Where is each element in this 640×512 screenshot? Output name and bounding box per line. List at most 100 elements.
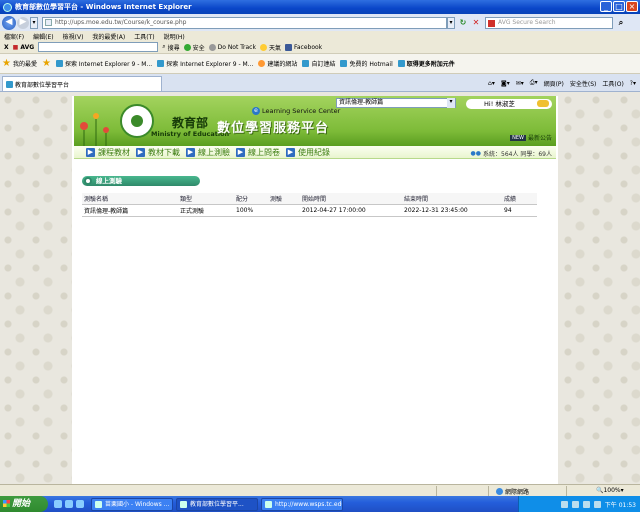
minimize-button[interactable]: _ (600, 1, 612, 12)
avg-toolbar: X ■ AVG ⌕ 搜尋 安全 Do Not Track 天氣 Facebook (0, 41, 640, 54)
eye-icon (208, 43, 216, 51)
news-link[interactable]: NEW 最新公告 (510, 133, 552, 142)
page-icon (302, 60, 310, 67)
menu-view[interactable]: 檢視(V) (63, 32, 84, 41)
cell-type: 正式測驗 (178, 204, 234, 217)
menu-file[interactable]: 檔案(F) (4, 32, 24, 41)
fav-link-1[interactable]: 探索 Internet Explorer 9 - M... (55, 59, 152, 68)
page-icon (6, 80, 13, 88)
maximize-button[interactable]: □ (613, 1, 625, 12)
suggested-icon (258, 60, 266, 67)
fav-link-2[interactable]: 探索 Internet Explorer 9 - M... (157, 59, 253, 68)
tab-current[interactable]: 教育部數位學習平台 (2, 76, 162, 91)
e-logo-icon: e (252, 107, 260, 115)
add-favorite-icon[interactable]: ★ (42, 58, 51, 69)
cell-exam-name[interactable]: 資訊倫理-教師篇 (82, 204, 178, 217)
arrow-icon: ▶ (236, 147, 245, 157)
avg-logo[interactable]: ■ AVG (13, 44, 35, 51)
print-icon[interactable]: ⎙▾ (530, 79, 538, 87)
taskbar-item-1[interactable]: 苗栗國小 - Windows ... (91, 497, 173, 511)
tab-label: 教育部數位學習平台 (15, 81, 70, 89)
site-banner: 教育部 Ministry of Education e Learning Ser… (74, 96, 556, 146)
status-divider (566, 486, 567, 496)
search-input[interactable]: AVG Secure Search (485, 16, 613, 29)
do-not-track-button[interactable]: Do Not Track (208, 43, 256, 51)
fav-link-3[interactable]: 建議的網站 (258, 59, 297, 68)
back-button[interactable]: ◀ (2, 15, 16, 30)
globe-icon (496, 488, 503, 495)
menu-help[interactable]: 說明(H) (164, 32, 185, 41)
safe-button[interactable]: 安全 (183, 43, 205, 52)
shield-icon (183, 43, 191, 51)
volume-icon[interactable] (582, 500, 590, 508)
section-bullet-icon (84, 177, 92, 185)
fav-link-4[interactable]: 自訂連結 (302, 59, 335, 68)
page-menu[interactable]: 網頁(P) (544, 79, 564, 88)
cell-end-time: 2022-12-31 23:45:00 (402, 204, 502, 217)
taskbar-item-2[interactable]: 教育部數位學習平... (176, 497, 258, 511)
start-button[interactable]: 開始 (0, 496, 48, 512)
network-icon[interactable] (593, 500, 601, 508)
col-test: 測驗 (268, 193, 300, 205)
page-icon (45, 19, 52, 26)
tray-icon[interactable] (560, 500, 568, 508)
window-title-bar: 教育部數位學習平台 - Windows Internet Explorer _ … (0, 0, 640, 14)
tools-menu[interactable]: 工具(O) (602, 79, 623, 88)
feeds-icon[interactable]: ◙▾ (501, 80, 510, 87)
col-weight: 配分 (234, 193, 268, 205)
stop-icon[interactable]: ✕ (471, 18, 481, 28)
avg-search-input[interactable] (38, 42, 159, 52)
menu-tools[interactable]: 工具(T) (134, 32, 154, 41)
taskbar-item-3[interactable]: http://www.wsps.tc.edu... (261, 497, 343, 511)
tray-icon[interactable] (571, 500, 579, 508)
online-counter: ●● 系統：564人 同學：69人 (470, 150, 552, 158)
help-icon[interactable]: ?▾ (630, 80, 636, 87)
close-button[interactable]: × (626, 1, 638, 12)
nav-online-test[interactable]: ▶ 線上測驗 (186, 147, 230, 158)
quick-launch (48, 500, 88, 508)
status-divider (436, 486, 437, 496)
facebook-button[interactable]: Facebook (284, 43, 322, 51)
history-dropdown[interactable]: ▾ (30, 16, 38, 29)
site-nav: ▶ 課程教材 ▶ 教材下載 ▶ 線上測驗 ▶ 線上問卷 ▶ 使用紀錄 ●● 系統：564人… (74, 146, 556, 159)
table-row[interactable]: 資訊倫理-教師篇 正式測驗 100% 2012-04-27 17:00:00 2… (82, 204, 537, 217)
search-go-icon[interactable]: ⌕ (616, 18, 626, 28)
ie-logo-icon (3, 2, 12, 12)
desktop-icon[interactable] (54, 500, 62, 508)
media-icon[interactable] (76, 500, 84, 508)
nav-downloads[interactable]: ▶ 教材下載 (136, 147, 180, 158)
menu-edit[interactable]: 編輯(E) (33, 32, 53, 41)
search-placeholder: AVG Secure Search (498, 18, 556, 26)
logout-pill-icon[interactable] (537, 100, 549, 107)
address-dropdown[interactable]: ▾ (447, 16, 455, 29)
clock: 下午 01:53 (604, 501, 636, 509)
window-title: 教育部數位學習平台 - Windows Internet Explorer (15, 3, 192, 11)
cell-test[interactable] (268, 204, 300, 217)
status-bar: 網際網路 🔍100%▾ (0, 484, 640, 496)
arrow-icon: ▶ (136, 147, 145, 157)
page-icon (157, 60, 165, 67)
avg-search-button[interactable]: ⌕ 搜尋 (162, 43, 179, 52)
close-toolbar-icon[interactable]: X (4, 44, 9, 51)
address-bar[interactable]: http://ups.moe.edu.tw/Course/k_course.ph… (42, 16, 447, 29)
favorites-button[interactable]: ★ 我的最愛 (2, 58, 37, 69)
safety-menu[interactable]: 安全性(S) (570, 79, 597, 88)
fav-link-6[interactable]: 取得更多附加元件 (397, 59, 455, 68)
mail-icon[interactable]: ✉▾ (516, 80, 524, 87)
home-icon[interactable]: ⌂▾ (488, 80, 495, 87)
cell-weight: 100% (234, 204, 268, 217)
nav-usage-log[interactable]: ▶ 使用紀錄 (286, 147, 330, 158)
cell-start-time: 2012-04-27 17:00:00 (300, 204, 402, 217)
ie-quicklaunch-icon[interactable] (65, 500, 73, 508)
nav-survey[interactable]: ▶ 線上問卷 (236, 147, 280, 158)
col-exam-name: 測驗名稱 (82, 193, 178, 205)
course-select[interactable]: 資訊倫理-教師篇 (336, 98, 456, 108)
refresh-icon[interactable]: ↻ (458, 18, 468, 28)
nav-course-materials[interactable]: ▶ 課程教材 (86, 147, 130, 158)
weather-button[interactable]: 天氣 (259, 43, 281, 52)
sun-icon (259, 43, 267, 51)
menu-favorites[interactable]: 我的最愛(A) (92, 32, 125, 41)
forward-button[interactable]: ▶ (17, 16, 29, 29)
zoom-level[interactable]: 🔍100%▾ (596, 487, 624, 494)
fav-link-5[interactable]: 免費的 Hotmail (340, 59, 393, 68)
